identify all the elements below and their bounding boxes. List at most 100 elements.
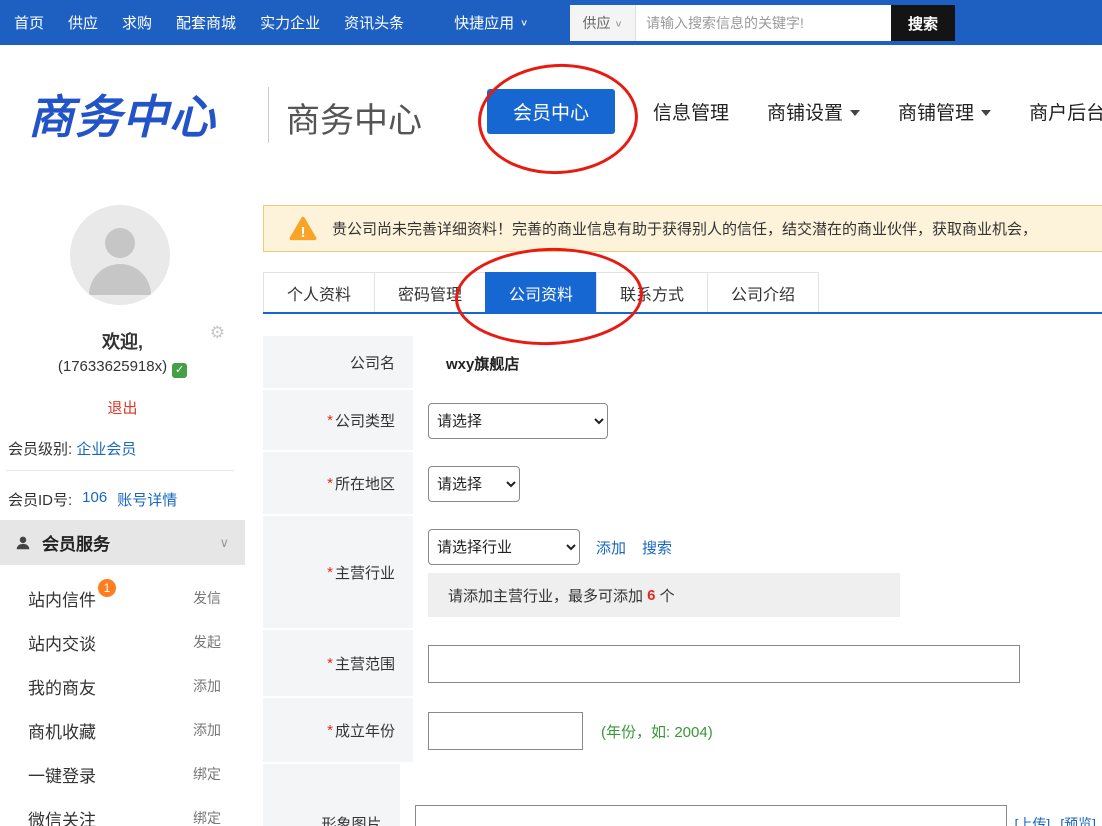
- topnav-buy[interactable]: 求购: [122, 12, 152, 33]
- warning-icon: !: [288, 215, 318, 243]
- form-row-image: 形象图片 [上传] [预览]: [263, 764, 1102, 826]
- image-input[interactable]: [415, 805, 1007, 826]
- nav-merchant-backend-label: 商户后台: [1029, 98, 1102, 125]
- industry-select[interactable]: 请选择行业: [428, 529, 580, 565]
- tab-company-info[interactable]: 公司资料: [485, 272, 597, 312]
- topnav-news[interactable]: 资讯头条: [344, 12, 404, 33]
- company-type-cell: 请选择: [413, 390, 1102, 452]
- favorites-label: 商机收藏: [28, 718, 96, 743]
- form-row-company-name: 公司名 wxy旗舰店: [263, 336, 1102, 390]
- image-cell: [上传] [预览]: [400, 764, 1102, 826]
- send-message-link[interactable]: 发信: [193, 588, 221, 608]
- sidebar-item-chat[interactable]: 站内交谈 发起: [0, 620, 245, 664]
- company-name-label: 公司名: [263, 336, 413, 390]
- label-text: 公司名: [350, 352, 395, 373]
- nav-merchant-backend[interactable]: 商户后台: [1029, 98, 1102, 125]
- required-asterisk: *: [327, 412, 333, 429]
- form-row-region: * 所在地区 请选择: [263, 452, 1102, 516]
- form-row-industry: * 主营行业 请选择行业 添加 搜索 请添加主营行业，最多可添加 6 个: [263, 516, 1102, 630]
- sidebar-menu: 站内信件 1 发信 站内交谈 发起 我的商友 添加 商机收藏 添加 一键登录 绑…: [0, 576, 245, 826]
- sidebar-item-partners[interactable]: 我的商友 添加: [0, 664, 245, 708]
- region-select[interactable]: 请选择: [428, 466, 520, 502]
- gear-icon[interactable]: ⚙: [210, 323, 225, 343]
- tab-bar: 个人资料 密码管理 公司资料 联系方式 公司介绍: [263, 272, 1102, 314]
- sidebar-item-favorites[interactable]: 商机收藏 添加: [0, 708, 245, 752]
- member-id-label: 会员ID号:: [8, 489, 72, 510]
- form-row-scope: * 主营范围: [263, 630, 1102, 698]
- year-input[interactable]: [428, 712, 583, 750]
- member-level-link[interactable]: 企业会员: [76, 441, 136, 458]
- messages-label: 站内信件: [28, 586, 96, 611]
- hint-max-count: 6: [647, 587, 655, 604]
- topnav-quick-apps[interactable]: 快捷应用 ∨: [454, 12, 528, 33]
- tab-contact[interactable]: 联系方式: [596, 272, 708, 312]
- nav-member-center[interactable]: 会员中心: [487, 89, 615, 134]
- account-number-text: (17633625918x): [58, 358, 167, 375]
- label-text: 成立年份: [335, 720, 395, 741]
- sidebar-section-member-services[interactable]: 会员服务 ∨: [0, 520, 245, 565]
- upload-link[interactable]: [上传]: [1015, 816, 1051, 826]
- add-favorite-link[interactable]: 添加: [193, 720, 221, 740]
- nav-shop-management[interactable]: 商铺管理: [898, 98, 991, 125]
- bind-login-link[interactable]: 绑定: [193, 764, 221, 784]
- chevron-down-icon: ∨: [219, 535, 229, 551]
- account-detail-link[interactable]: 账号详情: [117, 489, 177, 510]
- search-button[interactable]: 搜索: [891, 5, 955, 41]
- required-asterisk: *: [327, 722, 333, 739]
- sidebar-item-one-click-login[interactable]: 一键登录 绑定: [0, 752, 245, 796]
- tab-company-intro[interactable]: 公司介绍: [707, 272, 819, 312]
- company-type-label: * 公司类型: [263, 390, 413, 452]
- search-input[interactable]: [636, 5, 891, 41]
- industry-add-link[interactable]: 添加: [596, 537, 626, 558]
- wechat-label: 微信关注: [28, 806, 96, 826]
- label-text: 形象图片: [322, 813, 382, 826]
- required-asterisk: *: [327, 475, 333, 492]
- bind-wechat-link[interactable]: 绑定: [193, 808, 221, 826]
- search-category-dropdown[interactable]: 供应 ∨: [570, 5, 636, 41]
- sidebar-item-messages[interactable]: 站内信件 1 发信: [0, 576, 245, 620]
- chevron-down-icon: ∨: [614, 18, 622, 28]
- member-services-label: 会员服务: [42, 530, 110, 555]
- tab-personal-info[interactable]: 个人资料: [263, 272, 375, 312]
- label-text: 所在地区: [335, 473, 395, 494]
- year-format-hint: (年份，如: 2004): [601, 721, 713, 742]
- topnav-home[interactable]: 首页: [14, 12, 44, 33]
- caret-down-icon: [850, 110, 860, 116]
- member-id-row: 会员ID号: 106 账号详情: [8, 489, 177, 510]
- industry-label: * 主营行业: [263, 516, 413, 630]
- industry-cell: 请选择行业 添加 搜索 请添加主营行业，最多可添加 6 个: [413, 516, 1102, 630]
- preview-link[interactable]: [预览]: [1060, 816, 1096, 826]
- label-text: 主营范围: [335, 653, 395, 674]
- avatar[interactable]: [70, 205, 170, 305]
- sidebar-item-wechat[interactable]: 微信关注 绑定: [0, 796, 245, 826]
- industry-search-link[interactable]: 搜索: [642, 537, 672, 558]
- hint-prefix: 请添加主营行业，最多可添加: [448, 585, 647, 606]
- label-text: 公司类型: [335, 410, 395, 431]
- company-type-select[interactable]: 请选择: [428, 403, 608, 439]
- one-click-login-label: 一键登录: [28, 762, 96, 787]
- hint-suffix: 个: [656, 585, 675, 606]
- search-category-label: 供应: [582, 13, 610, 33]
- year-label: * 成立年份: [263, 698, 413, 764]
- nav-info-management[interactable]: 信息管理: [653, 98, 729, 125]
- member-id-value[interactable]: 106: [82, 489, 107, 510]
- add-partner-link[interactable]: 添加: [193, 676, 221, 696]
- site-header: 商务中心 商务中心 会员中心 信息管理 商铺设置 商铺管理 商户后台: [0, 45, 1102, 178]
- topnav-supply[interactable]: 供应: [68, 12, 98, 33]
- member-level-label: 会员级别:: [8, 441, 72, 458]
- page: 首页 供应 求购 配套商城 实力企业 资讯头条 快捷应用 ∨ 供应 ∨ 搜索 商…: [0, 0, 1102, 826]
- image-label: 形象图片: [263, 764, 400, 826]
- tab-password[interactable]: 密码管理: [374, 272, 486, 312]
- logout-link[interactable]: 退出: [0, 397, 245, 418]
- svg-text:!: !: [300, 224, 305, 241]
- start-chat-link[interactable]: 发起: [193, 632, 221, 652]
- logo[interactable]: 商务中心: [28, 81, 216, 147]
- industry-controls: 请选择行业 添加 搜索: [428, 529, 672, 565]
- company-info-form: 公司名 wxy旗舰店 * 公司类型 请选择 *: [263, 336, 1102, 826]
- chat-label: 站内交谈: [28, 630, 96, 655]
- nav-shop-settings[interactable]: 商铺设置: [767, 98, 860, 125]
- topnav-enterprise[interactable]: 实力企业: [260, 12, 320, 33]
- main-nav: 会员中心 信息管理 商铺设置 商铺管理 商户后台: [487, 45, 1102, 178]
- topnav-mall[interactable]: 配套商城: [176, 12, 236, 33]
- scope-input[interactable]: [428, 645, 1020, 683]
